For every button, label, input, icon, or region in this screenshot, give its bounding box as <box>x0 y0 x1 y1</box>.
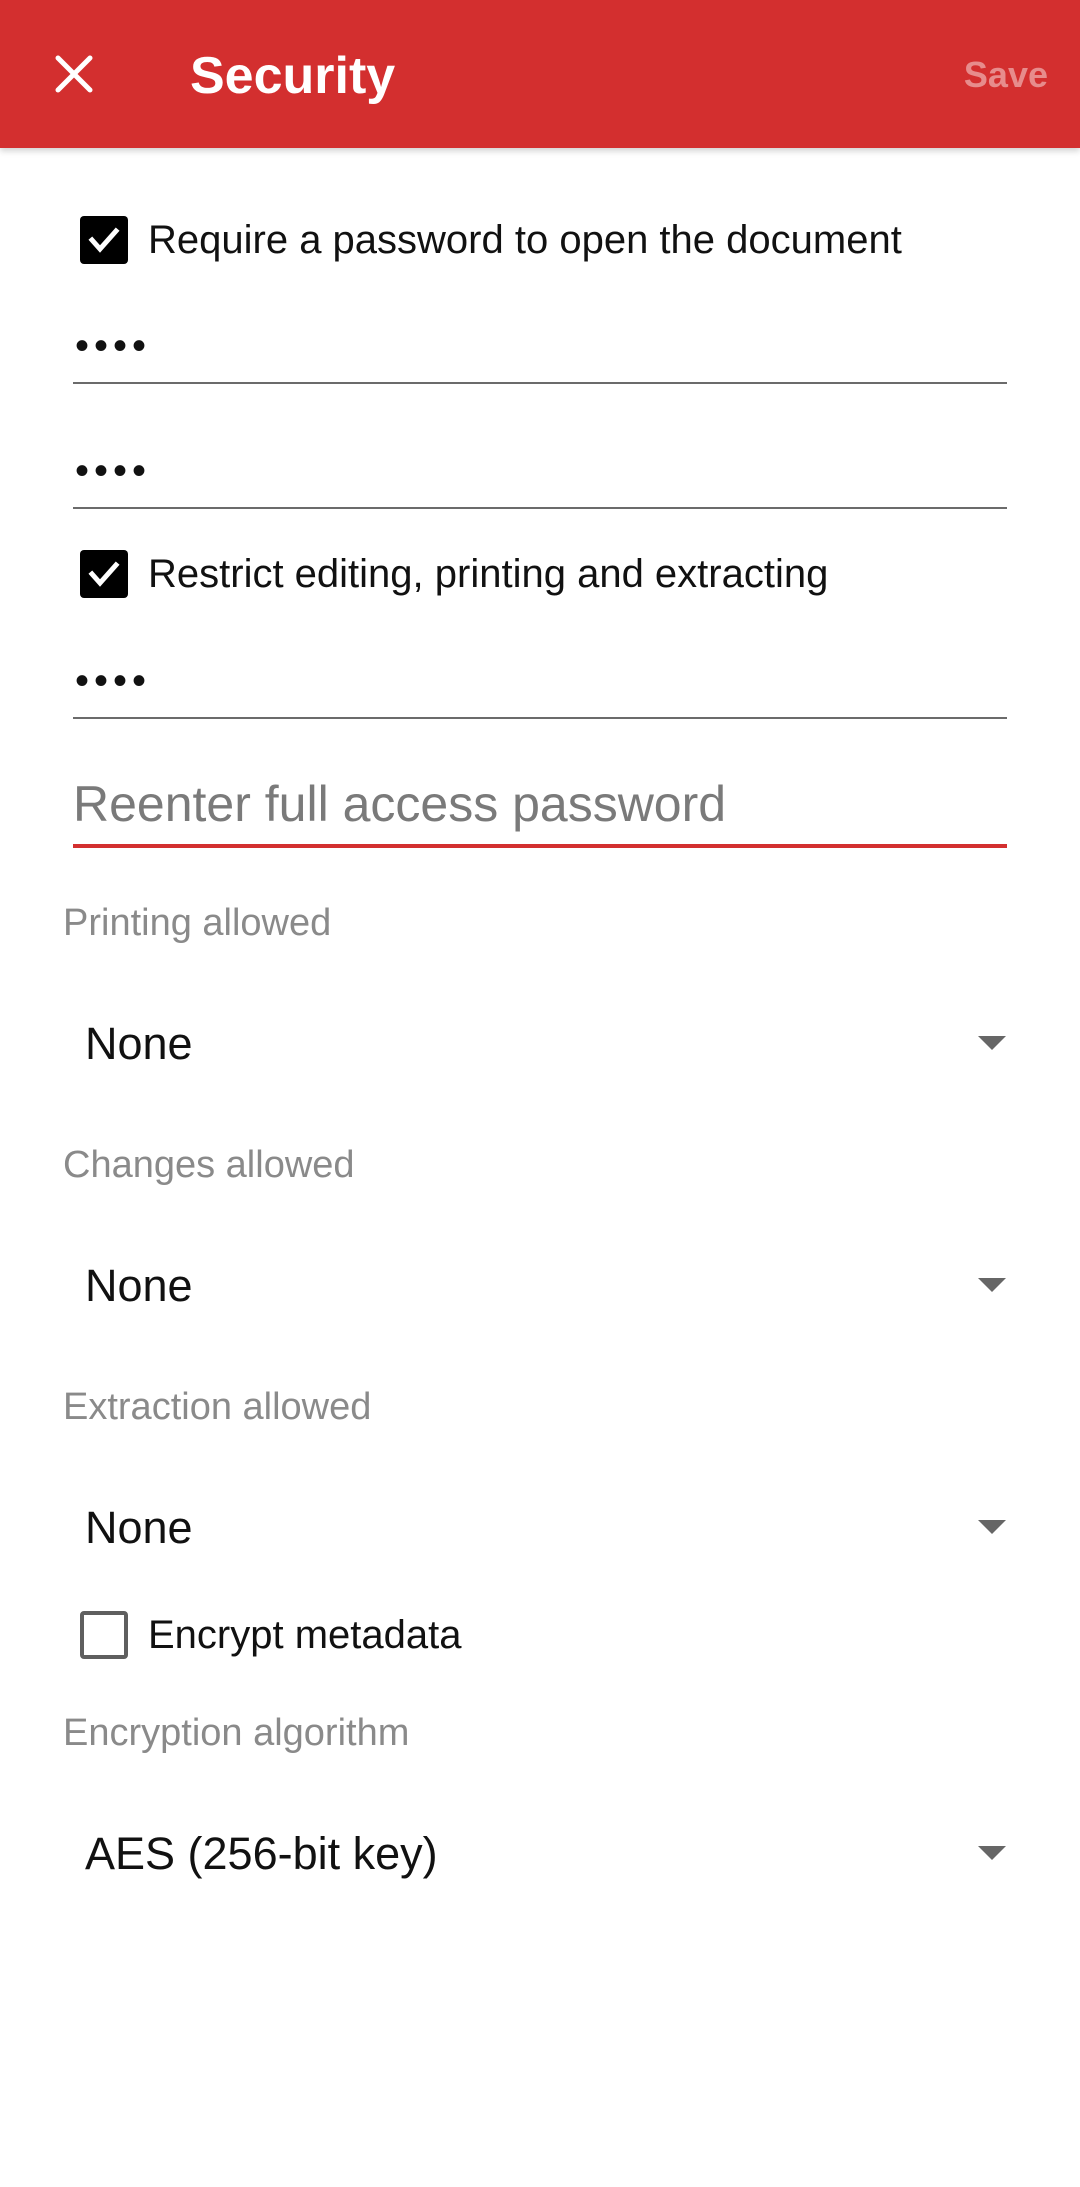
confirm-open-password-value: •••• <box>75 449 152 493</box>
changes-allowed-dropdown[interactable]: None <box>63 1240 1018 1330</box>
changes-allowed-value: None <box>85 1260 193 1311</box>
extraction-allowed-value: None <box>85 1502 193 1553</box>
close-button[interactable] <box>40 40 108 108</box>
confirm-open-password-field[interactable]: •••• <box>73 437 1007 509</box>
extraction-allowed-label: Extraction allowed <box>63 1386 372 1428</box>
app-bar: Security Save <box>0 0 1080 148</box>
changes-allowed-label: Changes allowed <box>63 1144 355 1186</box>
dropdown-arrow-icon <box>978 1278 1006 1292</box>
check-icon <box>88 227 120 253</box>
full-access-password-field[interactable]: •••• <box>73 647 1007 719</box>
printing-allowed-value: None <box>85 1018 193 1069</box>
open-password-field[interactable]: •••• <box>73 312 1007 384</box>
save-button[interactable]: Save <box>964 50 1048 100</box>
open-password-value: •••• <box>75 324 152 368</box>
reenter-password-placeholder: Reenter full access password <box>73 776 727 832</box>
encryption-algorithm-value: AES (256-bit key) <box>85 1828 438 1879</box>
encrypt-metadata-label: Encrypt metadata <box>148 1613 462 1657</box>
printing-allowed-dropdown[interactable]: None <box>63 998 1018 1088</box>
extraction-allowed-dropdown[interactable]: None <box>63 1482 1018 1572</box>
restrict-editing-label: Restrict editing, printing and extractin… <box>148 552 829 596</box>
encrypt-metadata-checkbox[interactable] <box>80 1611 128 1659</box>
check-icon <box>88 561 120 587</box>
close-icon <box>55 55 93 93</box>
encryption-algorithm-dropdown[interactable]: AES (256-bit key) <box>63 1808 1018 1898</box>
dropdown-arrow-icon <box>978 1036 1006 1050</box>
printing-allowed-label: Printing allowed <box>63 902 332 944</box>
require-password-checkbox[interactable] <box>80 216 128 264</box>
require-password-label: Require a password to open the document <box>148 218 902 262</box>
require-password-checkbox-row[interactable]: Require a password to open the document <box>80 214 902 266</box>
page-title: Security <box>190 47 396 105</box>
restrict-editing-checkbox-row[interactable]: Restrict editing, printing and extractin… <box>80 548 828 600</box>
encryption-algorithm-label: Encryption algorithm <box>63 1712 410 1754</box>
dropdown-arrow-icon <box>978 1846 1006 1860</box>
dropdown-arrow-icon <box>978 1520 1006 1534</box>
full-access-password-value: •••• <box>75 659 152 703</box>
reenter-full-access-password-field[interactable]: Reenter full access password <box>73 774 1007 848</box>
restrict-editing-checkbox[interactable] <box>80 550 128 598</box>
encrypt-metadata-checkbox-row[interactable]: Encrypt metadata <box>80 1609 462 1661</box>
